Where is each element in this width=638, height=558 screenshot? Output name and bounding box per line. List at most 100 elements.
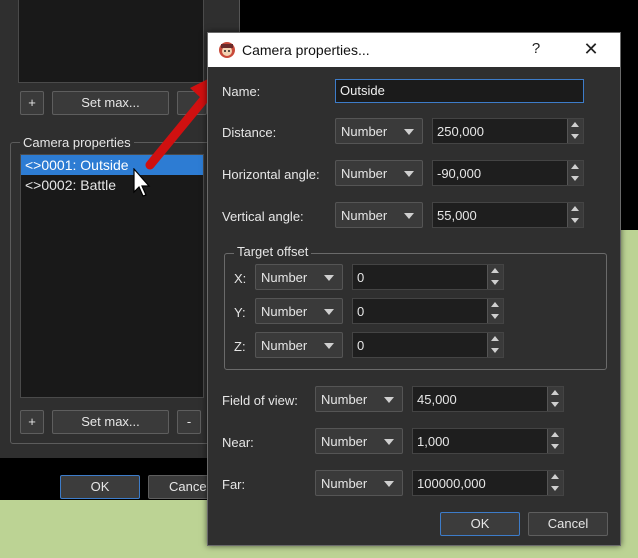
horizontal-angle-stepper[interactable] xyxy=(567,161,583,185)
step-up-icon[interactable] xyxy=(551,432,559,437)
dialog-title: Camera properties... xyxy=(242,42,370,58)
vertical-angle-value: 55,000 xyxy=(437,208,477,223)
chevron-down-icon xyxy=(404,213,414,219)
app-icon xyxy=(219,42,235,58)
top-list[interactable] xyxy=(18,0,204,83)
camera-properties-group-title: Camera properties xyxy=(20,135,134,150)
offset-z-stepper[interactable] xyxy=(487,333,503,357)
distance-mode-value: Number xyxy=(341,124,388,139)
step-down-icon[interactable] xyxy=(551,402,559,407)
horizontal-angle-value: -90,000 xyxy=(437,166,482,181)
dialog-titlebar: Camera properties... ? ✕ xyxy=(208,33,620,67)
offset-z-value: 0 xyxy=(357,338,365,353)
bottom-add-button[interactable]: + xyxy=(20,410,44,434)
step-up-icon[interactable] xyxy=(491,336,499,341)
chevron-down-icon xyxy=(324,343,334,349)
fov-label: Field of view: xyxy=(222,393,298,408)
chevron-down-icon xyxy=(324,309,334,315)
chevron-down-icon xyxy=(404,171,414,177)
step-down-icon[interactable] xyxy=(491,348,499,353)
cancel-button[interactable]: Cancel xyxy=(528,512,608,536)
mouse-cursor-icon xyxy=(133,168,151,197)
help-button[interactable]: ? xyxy=(526,40,546,60)
far-mode-select[interactable]: Number xyxy=(315,470,403,496)
offset-z-mode-value: Number xyxy=(261,338,308,353)
fov-spinbox[interactable]: 45,000 xyxy=(412,386,564,412)
far-value: 100000,000 xyxy=(417,476,486,491)
name-input[interactable]: Outside xyxy=(335,79,584,103)
name-label: Name: xyxy=(222,84,261,99)
far-spinbox[interactable]: 100000,000 xyxy=(412,470,564,496)
step-down-icon[interactable] xyxy=(571,176,579,181)
step-up-icon[interactable] xyxy=(571,164,579,169)
camera-list[interactable]: <>0001: Outside <>0002: Battle xyxy=(20,154,204,398)
top-set-max-button[interactable]: Set max... xyxy=(52,91,169,115)
step-up-icon[interactable] xyxy=(571,206,579,211)
vertical-angle-mode-select[interactable]: Number xyxy=(335,202,423,228)
distance-mode-select[interactable]: Number xyxy=(335,118,423,144)
step-up-icon[interactable] xyxy=(551,390,559,395)
near-mode-value: Number xyxy=(321,434,368,449)
top-add-button[interactable]: + xyxy=(20,91,44,115)
horizontal-angle-mode-select[interactable]: Number xyxy=(335,160,423,186)
distance-label: Distance: xyxy=(222,125,277,140)
distance-stepper[interactable] xyxy=(567,119,583,143)
step-up-icon[interactable] xyxy=(551,474,559,479)
offset-z-spinbox[interactable]: 0 xyxy=(352,332,504,358)
target-offset-title: Target offset xyxy=(234,244,312,259)
step-up-icon[interactable] xyxy=(491,268,499,273)
step-up-icon[interactable] xyxy=(571,122,579,127)
vertical-angle-label: Vertical angle: xyxy=(222,209,304,224)
database-window: + Set max... Camera properties <>0001: O… xyxy=(0,0,240,499)
far-label: Far: xyxy=(222,477,246,492)
step-down-icon[interactable] xyxy=(551,486,559,491)
near-stepper[interactable] xyxy=(547,429,563,453)
offset-y-label: Y: xyxy=(234,305,246,320)
vertical-angle-mode-value: Number xyxy=(341,208,388,223)
offset-x-mode-value: Number xyxy=(261,270,308,285)
offset-y-mode-select[interactable]: Number xyxy=(255,298,343,324)
near-spinbox[interactable]: 1,000 xyxy=(412,428,564,454)
near-label: Near: xyxy=(222,435,254,450)
horizontal-angle-spinbox[interactable]: -90,000 xyxy=(432,160,584,186)
chevron-down-icon xyxy=(324,275,334,281)
chevron-down-icon xyxy=(384,439,394,445)
step-down-icon[interactable] xyxy=(571,134,579,139)
fov-mode-select[interactable]: Number xyxy=(315,386,403,412)
step-up-icon[interactable] xyxy=(491,302,499,307)
distance-value: 250,000 xyxy=(437,124,484,139)
offset-y-mode-value: Number xyxy=(261,304,308,319)
bottom-remove-button[interactable]: - xyxy=(177,410,201,434)
offset-y-spinbox[interactable]: 0 xyxy=(352,298,504,324)
close-button[interactable]: ✕ xyxy=(580,39,602,61)
distance-spinbox[interactable]: 250,000 xyxy=(432,118,584,144)
top-remove-button[interactable] xyxy=(177,91,207,115)
back-ok-button[interactable]: OK xyxy=(60,475,140,499)
step-down-icon[interactable] xyxy=(551,444,559,449)
offset-x-spinbox[interactable]: 0 xyxy=(352,264,504,290)
fov-value: 45,000 xyxy=(417,392,457,407)
offset-x-mode-select[interactable]: Number xyxy=(255,264,343,290)
chevron-down-icon xyxy=(384,397,394,403)
step-down-icon[interactable] xyxy=(571,218,579,223)
list-item-camera-0002[interactable]: <>0002: Battle xyxy=(21,175,203,195)
step-down-icon[interactable] xyxy=(491,280,499,285)
offset-z-mode-select[interactable]: Number xyxy=(255,332,343,358)
horizontal-angle-label: Horizontal angle: xyxy=(222,167,320,182)
step-down-icon[interactable] xyxy=(491,314,499,319)
bottom-set-max-button[interactable]: Set max... xyxy=(52,410,169,434)
camera-properties-dialog: Camera properties... ? ✕ Name: Outside D… xyxy=(207,32,621,546)
ok-button[interactable]: OK xyxy=(440,512,520,536)
fov-stepper[interactable] xyxy=(547,387,563,411)
offset-x-value: 0 xyxy=(357,270,365,285)
far-stepper[interactable] xyxy=(547,471,563,495)
near-value: 1,000 xyxy=(417,434,450,449)
near-mode-select[interactable]: Number xyxy=(315,428,403,454)
offset-z-label: Z: xyxy=(234,339,246,354)
list-item-camera-0001[interactable]: <>0001: Outside xyxy=(21,155,203,175)
chevron-down-icon xyxy=(384,481,394,487)
offset-x-stepper[interactable] xyxy=(487,265,503,289)
vertical-angle-spinbox[interactable]: 55,000 xyxy=(432,202,584,228)
offset-y-stepper[interactable] xyxy=(487,299,503,323)
vertical-angle-stepper[interactable] xyxy=(567,203,583,227)
